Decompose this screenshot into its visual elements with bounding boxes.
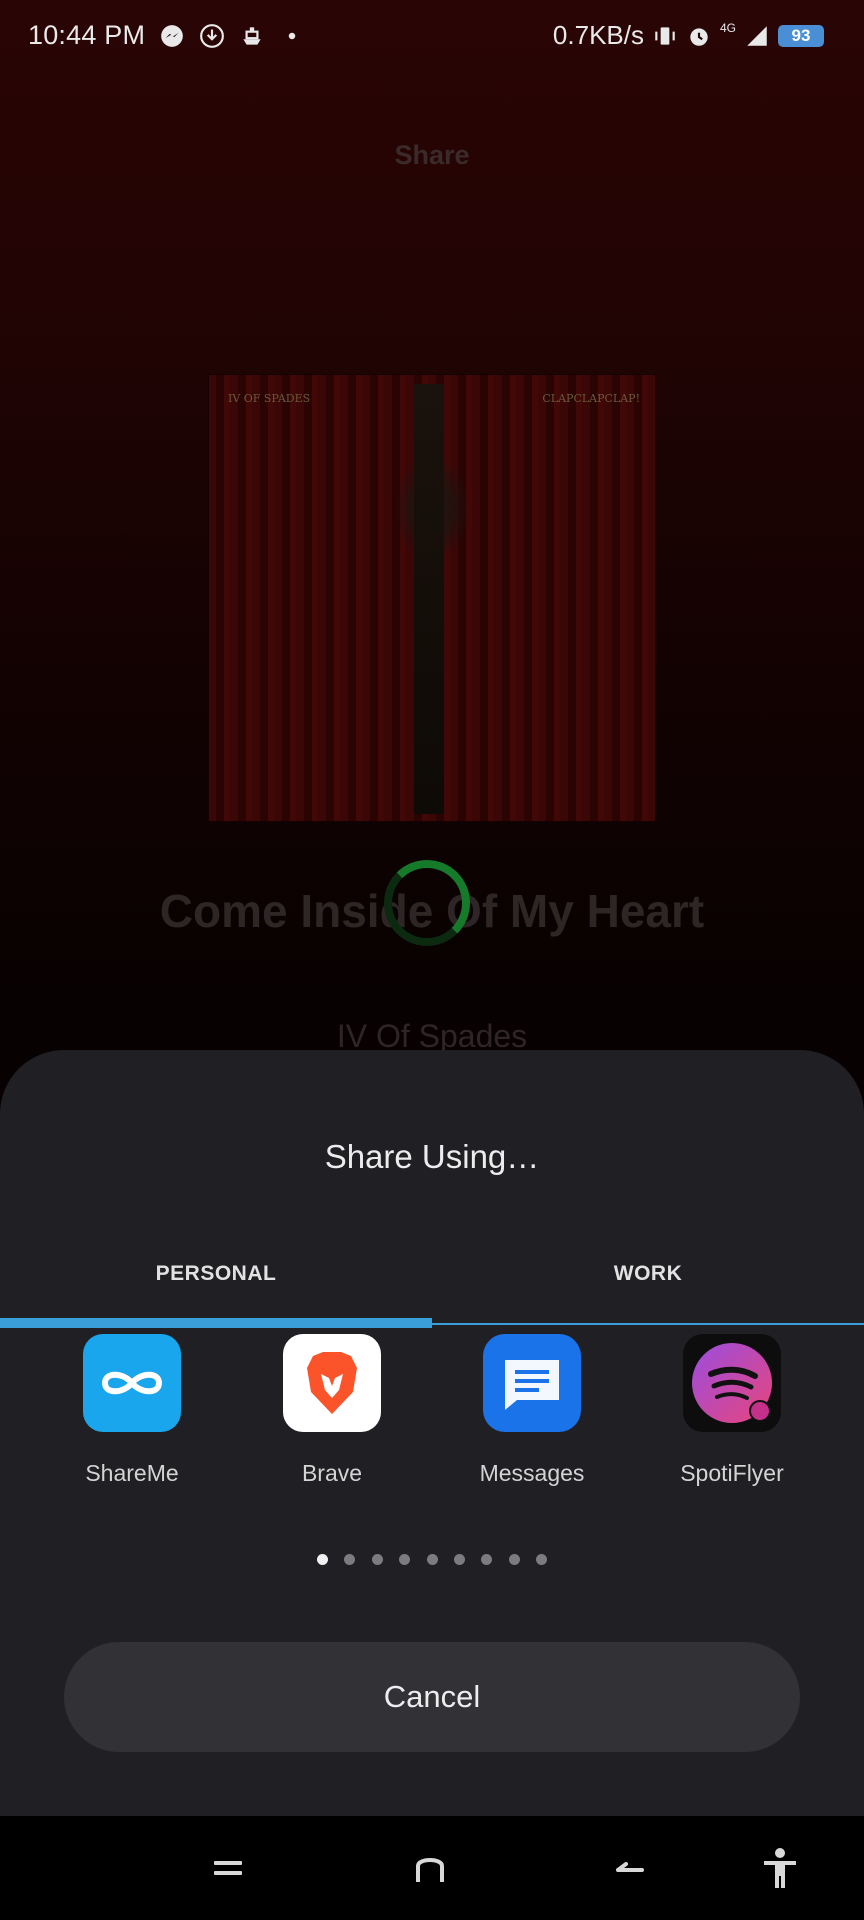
status-right: 0.7KB/s 4G 93	[553, 20, 824, 51]
network-type: 4G	[719, 20, 736, 35]
tab-work[interactable]: WORK	[432, 1240, 864, 1308]
tab-indicator	[0, 1318, 432, 1328]
menu-icon[interactable]	[204, 1844, 252, 1892]
app-label: ShareMe	[85, 1460, 179, 1486]
tab-personal[interactable]: PERSONAL	[0, 1240, 432, 1308]
messages-icon	[483, 1334, 581, 1432]
spotiflyer-icon	[683, 1334, 781, 1432]
home-icon[interactable]	[406, 1844, 454, 1892]
page-dot	[481, 1554, 493, 1565]
page-dot	[316, 1554, 328, 1565]
messenger-icon	[161, 24, 184, 47]
page-dot	[344, 1554, 356, 1565]
boat-icon	[243, 26, 261, 45]
app-messages[interactable]: Messages	[432, 1334, 632, 1487]
accessibility-icon[interactable]	[756, 1844, 804, 1892]
page-dot	[508, 1554, 520, 1565]
navigation-bar	[0, 1816, 864, 1920]
status-left: 10:44 PM	[28, 20, 305, 51]
app-label: Messages	[479, 1460, 585, 1486]
app-grid: ShareMe Brave Messages SpotiFlyer	[0, 1334, 864, 1514]
app-brave[interactable]: Brave	[232, 1334, 432, 1487]
app-shareme[interactable]: ShareMe	[32, 1334, 232, 1487]
dot-icon	[288, 32, 296, 39]
app-label: SpotiFlyer	[680, 1460, 784, 1486]
screen: 10:44 PM 0.7KB/s 4G 93 Share IV OF SPADE…	[0, 0, 864, 1920]
app-spotiflyer[interactable]: SpotiFlyer	[632, 1334, 832, 1487]
back-icon[interactable]	[606, 1844, 654, 1892]
download-icon	[200, 23, 225, 48]
alarm-icon	[690, 27, 708, 46]
status-time: 10:44 PM	[28, 20, 146, 50]
share-sheet-title: Share Using…	[324, 1138, 540, 1175]
page-dot	[536, 1554, 548, 1565]
app-label: Brave	[301, 1460, 363, 1486]
album-art-detail	[414, 384, 444, 814]
page-title: Share	[394, 140, 470, 170]
cancel-button[interactable]: Cancel	[64, 1642, 800, 1752]
signal-icon	[747, 25, 767, 46]
album-text-left: IV OF SPADES	[228, 392, 311, 405]
shareme-icon	[83, 1334, 181, 1432]
profile-tabs: PERSONAL WORK	[0, 1240, 864, 1320]
page-dot	[426, 1554, 438, 1565]
page-dot	[453, 1554, 465, 1565]
page-dot	[399, 1554, 411, 1565]
vibrate-icon	[655, 26, 675, 45]
status-bar: 10:44 PM 0.7KB/s 4G 93	[0, 0, 864, 72]
network-speed: 0.7KB/s	[552, 20, 644, 50]
loading-spinner	[384, 860, 470, 946]
share-sheet: Share Using… PERSONAL WORK ShareMe Brave…	[0, 1050, 864, 1816]
page-dot	[371, 1554, 383, 1565]
page-indicator	[0, 1552, 864, 1570]
album-text-right: CLAPCLAPCLAP!	[542, 392, 640, 405]
album-art: IV OF SPADES CLAPCLAPCLAP!	[208, 374, 656, 822]
battery-icon: 93	[778, 24, 824, 47]
brave-icon	[283, 1334, 381, 1432]
